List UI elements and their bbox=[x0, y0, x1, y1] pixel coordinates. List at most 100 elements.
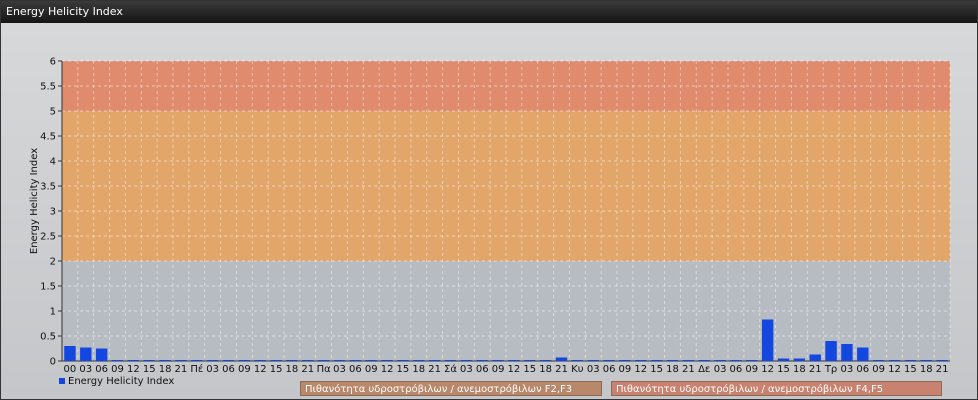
bar bbox=[539, 360, 552, 361]
bar bbox=[206, 360, 219, 361]
x-tick-label: 03 bbox=[841, 364, 854, 375]
bar bbox=[571, 360, 584, 361]
bar bbox=[317, 360, 330, 361]
bar bbox=[159, 360, 171, 361]
x-tick-label: 03 bbox=[206, 364, 219, 375]
y-tick-label: 1 bbox=[50, 307, 56, 318]
x-tick-label: 09 bbox=[238, 364, 251, 375]
x-tick-label: 12 bbox=[127, 364, 140, 375]
y-tick-label: 2.5 bbox=[40, 232, 56, 243]
y-tick-label: 5 bbox=[50, 107, 56, 118]
bar bbox=[111, 360, 124, 361]
x-tick-label: 12 bbox=[888, 364, 901, 375]
x-tick-label: 06 bbox=[222, 364, 235, 375]
x-tick-label: 12 bbox=[634, 364, 647, 375]
bar bbox=[397, 360, 409, 361]
bar bbox=[64, 346, 76, 361]
bar bbox=[476, 360, 488, 361]
x-tick-label: 18 bbox=[793, 364, 806, 375]
bar bbox=[222, 360, 235, 361]
x-tick-label: 00 bbox=[64, 364, 77, 375]
chart-svg: 00.511.522.533.544.555.5600 03 06 09 12 15 18 2… bbox=[29, 57, 951, 375]
x-tick-label: 21 bbox=[175, 364, 188, 375]
y-tick-label: 0 bbox=[50, 357, 56, 368]
x-tick-label: 06 bbox=[95, 364, 108, 375]
x-tick-label: 18 bbox=[539, 364, 552, 375]
x-tick-label: 18 bbox=[666, 364, 679, 375]
bar bbox=[143, 360, 155, 361]
x-tick-label: 15 bbox=[270, 364, 283, 375]
bar bbox=[80, 347, 92, 361]
bar bbox=[365, 360, 377, 361]
x-tick-label: 03 bbox=[587, 364, 600, 375]
x-tick-label: Πα bbox=[317, 364, 332, 375]
x-tick-label: 15 bbox=[904, 364, 917, 375]
x-tick-label: 21 bbox=[936, 364, 949, 375]
x-tick-label: 09 bbox=[111, 364, 124, 375]
x-tick-label: 12 bbox=[254, 364, 267, 375]
bar bbox=[191, 360, 203, 361]
bar bbox=[635, 360, 647, 361]
x-tick-label: Κυ bbox=[571, 364, 584, 375]
legend-label: Energy Helicity Index bbox=[68, 376, 175, 387]
x-tick-label: 15 bbox=[143, 364, 156, 375]
bar bbox=[920, 360, 932, 361]
bar bbox=[127, 360, 140, 361]
bar bbox=[809, 354, 821, 361]
bar bbox=[698, 360, 710, 361]
x-tick-label: 09 bbox=[745, 364, 758, 375]
bar bbox=[682, 360, 695, 361]
x-tick-label: 21 bbox=[301, 364, 314, 375]
chart-area: 0 0.5 1 1.5 2 2.5 3 3.5 4 4.5 5 5.5 6 00 03 06 09 12 15 18 2… bbox=[1, 23, 977, 399]
x-tick-label: Δε bbox=[698, 364, 710, 375]
y-tick-label: 0.5 bbox=[40, 332, 56, 343]
bar bbox=[175, 360, 187, 361]
bar bbox=[524, 360, 536, 361]
x-tick-label: 09 bbox=[619, 364, 632, 375]
x-tick-label: 12 bbox=[761, 364, 774, 375]
bar bbox=[286, 360, 298, 361]
x-tick-label: 18 bbox=[286, 364, 299, 375]
x-tick-label: 15 bbox=[523, 364, 536, 375]
bar bbox=[603, 360, 615, 361]
x-tick-label: 03 bbox=[333, 364, 346, 375]
bar bbox=[587, 360, 599, 361]
window-title: Energy Helicity Index bbox=[1, 1, 977, 23]
x-tick-label: 03 bbox=[79, 364, 92, 375]
y-tick-label: 6 bbox=[50, 57, 56, 68]
bar bbox=[619, 360, 631, 361]
bar bbox=[333, 360, 346, 361]
bar bbox=[666, 360, 679, 361]
legend: Energy Helicity Index bbox=[59, 376, 174, 387]
x-tick-label: 21 bbox=[809, 364, 822, 375]
bar bbox=[508, 360, 520, 361]
bar bbox=[714, 360, 726, 361]
x-tick-label: 12 bbox=[508, 364, 521, 375]
bar bbox=[254, 360, 266, 361]
y-tick-label: 1.5 bbox=[40, 282, 56, 293]
x-tick-label: Πέ bbox=[190, 363, 203, 375]
bar bbox=[270, 360, 282, 361]
y-tick-label: 5.5 bbox=[40, 82, 56, 93]
legend-swatch bbox=[59, 378, 65, 384]
bar bbox=[302, 360, 314, 361]
bar bbox=[650, 360, 663, 361]
bar bbox=[888, 360, 901, 361]
x-tick-label: 06 bbox=[730, 364, 743, 375]
bar bbox=[841, 344, 853, 361]
band-label-f2f3: Πιθανότητα υδροστρόβιλων / ανεμοστρόβιλω… bbox=[300, 381, 602, 396]
bar bbox=[746, 360, 758, 361]
chart-window: Energy Helicity Index 0 0.5 1 1.5 2 2.5 3 3.5 4 4… bbox=[0, 0, 978, 400]
bar bbox=[381, 360, 393, 361]
y-axis-label: Energy Helicity Index bbox=[29, 148, 40, 254]
bar bbox=[95, 348, 108, 361]
bar bbox=[730, 360, 742, 361]
bar bbox=[460, 360, 473, 361]
x-tick-label: Τρ bbox=[824, 364, 837, 375]
y-tick-label: 3.5 bbox=[40, 182, 56, 193]
x-tick-label: 12 bbox=[381, 364, 394, 375]
bar bbox=[761, 319, 774, 361]
y-tick-label: 4 bbox=[50, 157, 56, 168]
bar bbox=[492, 360, 504, 361]
x-tick-label: 18 bbox=[412, 364, 425, 375]
